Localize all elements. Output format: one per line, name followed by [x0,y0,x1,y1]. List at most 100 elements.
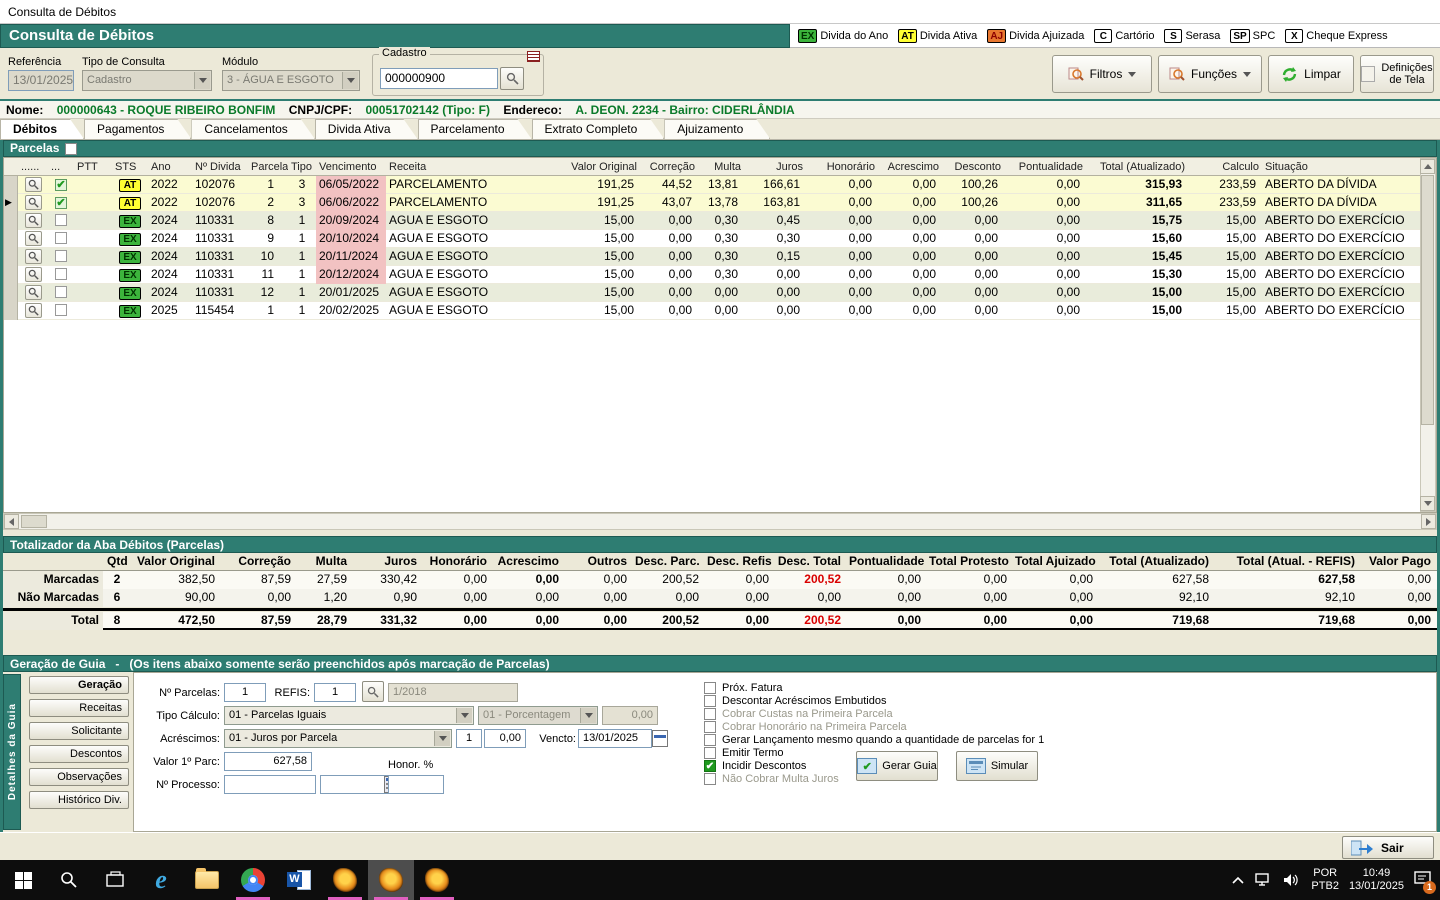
row-magnifier-button[interactable] [24,231,42,246]
column-header[interactable]: Total (Atualizado) [1086,158,1188,176]
row-checkbox[interactable] [55,214,67,226]
column-header[interactable]: Correção [640,158,698,176]
tab-extrato-completo[interactable]: Extrato Completo [532,119,665,139]
task-view-button[interactable] [92,860,138,900]
table-row[interactable]: EX 2024 110331 12 1 20/01/2025 AGUA E ESGOTO 15… [4,284,1436,302]
checkbox-box[interactable] [704,682,716,694]
scroll-left-button[interactable] [4,514,19,529]
valor-parc-field[interactable]: 627,58 [224,752,312,771]
modulo-select[interactable]: 3 - ÁGUA E ESGOTO [222,70,360,91]
acrescimos-select[interactable]: 01 - Juros por Parcela [224,729,452,748]
side-button-solicitante[interactable]: Solicitante [29,722,129,740]
network-icon[interactable] [1255,873,1273,887]
list-icon[interactable] [527,51,540,62]
taskbar-search-button[interactable] [46,860,92,900]
speaker-icon[interactable] [1283,873,1301,887]
cadastro-field[interactable]: 000000900 [380,68,498,89]
honor-field[interactable] [388,775,444,794]
column-header[interactable]: Tipo [288,158,316,176]
row-checkbox[interactable] [55,286,67,298]
row-magnifier-button[interactable] [24,177,42,192]
column-header[interactable]: Juros [744,158,806,176]
column-header[interactable]: Nº Divida [192,158,248,176]
scroll-down-button[interactable] [1420,496,1435,511]
vertical-scrollbar[interactable] [1420,158,1436,512]
calendar-icon[interactable] [652,730,668,747]
column-header[interactable]: PTT [74,158,112,176]
taskbar-app3-button[interactable] [414,860,460,900]
row-checkbox[interactable] [55,304,67,316]
taskbar-ie-button[interactable]: e [138,860,184,900]
processo-field[interactable] [224,775,316,794]
vertical-scroll-thumb[interactable] [1421,175,1434,425]
definicoes-tela-button[interactable]: Definições de Tela [1360,55,1434,93]
table-row[interactable]: EX 2024 110331 10 1 20/11/2024 AGUA E ESGOTO 15… [4,248,1436,266]
row-magnifier-button[interactable] [24,303,42,318]
side-button-receitas[interactable]: Receitas [29,699,129,717]
side-button-observa-es[interactable]: Observações [29,768,129,786]
row-magnifier-button[interactable] [24,213,42,228]
table-row[interactable]: EX 2024 110331 11 1 20/12/2024 AGUA E ESGOTO 15… [4,266,1436,284]
taskbar-app2-button-active[interactable] [368,860,414,900]
refis-search-button[interactable] [362,681,384,702]
column-header[interactable]: STS [112,158,148,176]
column-header[interactable]: Calculo [1188,158,1262,176]
referencia-field[interactable]: 13/01/2025 [8,70,74,91]
simular-button[interactable]: Simular [956,751,1038,781]
row-magnifier-button[interactable] [24,249,42,264]
column-header[interactable]: ... [48,158,74,176]
column-header[interactable]: Parcela [248,158,288,176]
gerar-guia-button[interactable]: ✔ Gerar Guia [856,751,938,781]
tipo-consulta-select[interactable]: Cadastro [82,70,212,91]
taskbar-explorer-button[interactable] [184,860,230,900]
side-button-gera-o[interactable]: Geração [29,676,129,694]
checkbox-gerar-lan-amento-mesmo-quando-a-quantida[interactable]: Gerar Lançamento mesmo quando a quantida… [704,733,1044,747]
tab-parcelamento[interactable]: Parcelamento [418,119,532,139]
language-indicator[interactable]: POR PTB2 [1311,867,1339,893]
side-button-descontos[interactable]: Descontos [29,745,129,763]
chevron-up-icon[interactable] [1231,875,1245,885]
checkbox-box[interactable] [704,695,716,707]
clock[interactable]: 10:49 13/01/2025 [1349,867,1404,893]
start-button[interactable] [0,860,46,900]
parcelas-select-all-checkbox[interactable] [65,142,78,155]
refis-field[interactable]: 1 [314,683,356,702]
column-header[interactable]: ...... [18,158,48,176]
column-header[interactable]: Receita [386,158,536,176]
column-header[interactable]: Situação [1262,158,1412,176]
row-magnifier-button[interactable] [24,195,42,210]
column-header[interactable]: Honorário [806,158,878,176]
row-checkbox[interactable] [55,232,67,244]
scroll-up-button[interactable] [1420,159,1435,174]
table-row[interactable]: ✔ AT 2022 102076 1 3 06/05/2022 PARCELAMENTO 191… [4,176,1436,194]
column-header[interactable]: Pontualidade [1004,158,1086,176]
table-row[interactable]: EX 2024 110331 8 1 20/09/2024 AGUA E ESGOTO 15,… [4,212,1436,230]
checkbox-pr-x-fatura[interactable]: Próx. Fatura [704,681,783,695]
row-checkbox[interactable]: ✔ [55,179,67,191]
column-header[interactable]: Ano [148,158,192,176]
column-header[interactable]: Multa [698,158,744,176]
table-row[interactable]: EX 2024 110331 9 1 20/10/2024 AGUA E ESGOTO 15,… [4,230,1436,248]
checkbox-box[interactable] [704,747,716,759]
sair-button[interactable]: Sair [1342,836,1434,859]
column-header[interactable]: Acrescimo [878,158,942,176]
tab-pagamentos[interactable]: Pagamentos [84,119,191,139]
acrescimos-num-field[interactable]: 0,00 [484,729,526,748]
funcoes-button[interactable]: Funções [1158,55,1262,93]
tab-divida-ativa[interactable]: Divida Ativa [315,119,418,139]
tab-cancelamentos[interactable]: Cancelamentos [191,119,314,139]
row-checkbox[interactable] [55,268,67,280]
checkbox-emitir-termo[interactable]: Emitir Termo [704,746,784,760]
column-header[interactable]: Vencimento [316,158,386,176]
taskbar-app1-button[interactable] [322,860,368,900]
row-checkbox[interactable]: ✔ [55,197,67,209]
action-center-button[interactable]: 1 [1414,870,1436,894]
n-parcelas-field[interactable]: 1 [224,683,266,702]
limpar-button[interactable]: Limpar [1268,55,1354,93]
taskbar-chrome-button[interactable] [230,860,276,900]
horizontal-scrollbar[interactable] [3,513,1437,530]
table-row[interactable]: EX 2025 115454 1 1 20/02/2025 AGUA E ESGOTO 15,… [4,302,1436,320]
tipo-calculo-select[interactable]: 01 - Parcelas Iguais [224,706,474,725]
acrescimos-qty-field[interactable]: 1 [456,729,482,748]
filtros-button[interactable]: Filtros [1052,55,1152,93]
